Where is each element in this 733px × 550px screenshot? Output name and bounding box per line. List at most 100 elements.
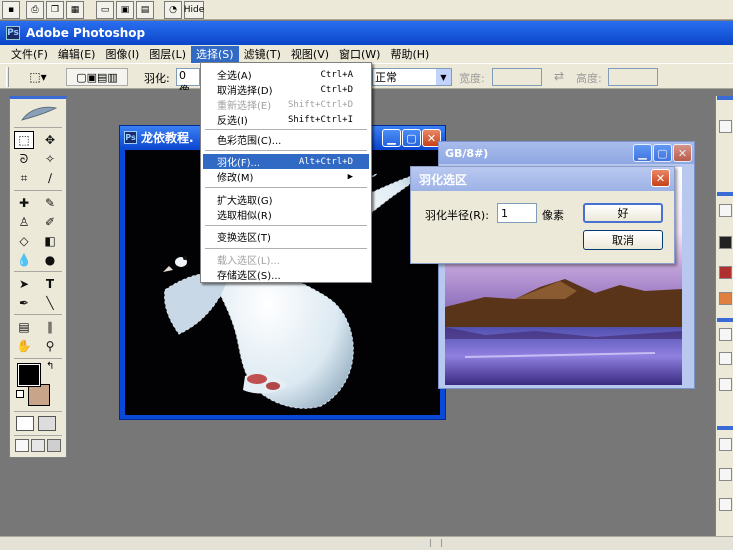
menu-item-1[interactable]: 编辑(E) xyxy=(53,46,101,63)
width-input[interactable] xyxy=(492,68,542,86)
path-selection-tool-icon[interactable]: ➤ xyxy=(14,275,34,293)
horizontal-scrollbar[interactable] xyxy=(0,536,733,550)
select-menu-item[interactable]: 反选(I) Shift+Ctrl+I xyxy=(203,112,369,128)
palette-tab-tool-presets[interactable] xyxy=(719,378,732,391)
maximize-button[interactable]: ▢ xyxy=(402,129,421,147)
history-brush-tool-icon[interactable]: ✐ xyxy=(40,213,60,231)
select-menu-item[interactable]: 取消选择(D) Ctrl+D xyxy=(203,82,369,98)
palette-tab-channels[interactable] xyxy=(719,468,732,481)
window-icon[interactable]: ▭ xyxy=(96,1,114,19)
hand-tool-icon[interactable]: ✋ xyxy=(14,337,34,355)
copy-icon[interactable]: ❐ xyxy=(46,1,64,19)
select-menu-item[interactable]: 色彩范围(C)... xyxy=(203,132,369,147)
menu-item-7[interactable]: 窗口(W) xyxy=(334,46,385,63)
palette-tab-actions[interactable] xyxy=(719,352,732,365)
screen-mode-full-icon[interactable] xyxy=(47,439,61,452)
dodge-tool-icon[interactable]: ● xyxy=(40,251,60,269)
type-tool-icon[interactable]: T xyxy=(40,275,60,293)
style-select-value: 正常 xyxy=(375,71,397,84)
maximize-button[interactable]: ▢ xyxy=(653,144,672,162)
blur-tool-icon[interactable]: 💧 xyxy=(14,251,34,269)
select-menu-item[interactable]: 羽化(F)... Alt+Ctrl+D xyxy=(203,154,369,169)
marquee-preset-icon[interactable]: ⬚▾ xyxy=(20,68,56,86)
menu-item-2[interactable]: 图像(I) xyxy=(100,46,144,63)
menu-separator xyxy=(205,248,367,249)
palette-tab-layers[interactable] xyxy=(719,438,732,451)
palette-tab-swatches[interactable] xyxy=(719,266,732,279)
timer-icon[interactable]: ◔ xyxy=(164,1,182,19)
marquee-tool-icon[interactable]: ⬚ xyxy=(14,131,34,149)
eraser-tool-icon[interactable]: ◇ xyxy=(14,232,34,250)
menu-item-4[interactable]: 选择(S) xyxy=(191,45,239,63)
swap-icon[interactable]: ⇄ xyxy=(554,69,564,83)
select-menu-item[interactable]: 扩大选取(G) xyxy=(203,192,369,207)
menu-item-6[interactable]: 视图(V) xyxy=(286,46,334,63)
screen-mode-full-menu-icon[interactable] xyxy=(31,439,45,452)
select-menu-item[interactable]: 变换选区(T) xyxy=(203,229,369,244)
minimize-button[interactable]: ▁ xyxy=(382,129,401,147)
select-menu-item[interactable]: 选取相似(R) xyxy=(203,207,369,222)
chevron-down-icon[interactable]: ▼ xyxy=(436,69,451,85)
magic-wand-tool-icon[interactable]: ✧ xyxy=(40,150,60,168)
clone-stamp-tool-icon[interactable]: ♙ xyxy=(14,213,34,231)
foreground-color-swatch[interactable] xyxy=(17,363,41,387)
pen-tool-icon[interactable]: ✒ xyxy=(14,294,34,312)
menu-item-shortcut: Ctrl+D xyxy=(320,84,353,95)
feather-input[interactable]: 0 像 xyxy=(176,68,200,97)
palette-tab-info[interactable] xyxy=(719,204,732,217)
options-grip[interactable] xyxy=(6,67,9,87)
standard-mode-icon[interactable] xyxy=(16,416,34,431)
healing-brush-tool-icon[interactable]: ✚ xyxy=(14,194,34,212)
menu-item-3[interactable]: 图层(L) xyxy=(144,46,191,63)
close-button[interactable]: ✕ xyxy=(673,144,692,162)
menu-item-shortcut: Ctrl+A xyxy=(320,69,353,80)
notes-tool-icon[interactable]: ▤ xyxy=(14,318,34,336)
print-icon[interactable]: ⎙ xyxy=(26,1,44,19)
slice-tool-icon[interactable]: ∕ xyxy=(40,169,60,187)
select-menu-item[interactable]: 存储选区(S)... xyxy=(203,267,369,282)
palette-tab-color[interactable] xyxy=(719,236,732,249)
move-tool-icon[interactable]: ✥ xyxy=(40,131,60,149)
scrollbar-grip-icon[interactable] xyxy=(430,539,442,547)
fullscreen-icon[interactable]: ▣ xyxy=(116,1,134,19)
select-menu-item[interactable]: 修改(M) ▶ xyxy=(203,169,369,185)
swap-colors-icon[interactable]: ↰ xyxy=(46,361,54,372)
default-colors-icon[interactable] xyxy=(16,390,24,398)
eyedropper-tool-icon[interactable]: ∥ xyxy=(40,318,60,336)
height-input[interactable] xyxy=(608,68,658,86)
image-icon[interactable]: ▦ xyxy=(66,1,84,19)
gradient-tool-icon[interactable]: ◧ xyxy=(40,232,60,250)
quick-mask-mode-icon[interactable] xyxy=(38,416,56,431)
zoom-tool-icon[interactable]: ⚲ xyxy=(40,337,60,355)
palette-tab-navigator[interactable] xyxy=(719,120,732,133)
layout-icon[interactable]: ▤ xyxy=(136,1,154,19)
menu-item-shortcut: Alt+Ctrl+D xyxy=(298,156,353,167)
ok-button[interactable]: 好 xyxy=(583,203,663,223)
hide-button[interactable]: Hide xyxy=(184,1,204,19)
selection-mode-icons[interactable]: ▢▣▤▥ xyxy=(66,68,128,86)
palette-tab-paths[interactable] xyxy=(719,498,732,511)
brush-tool-icon[interactable]: ✎ xyxy=(40,194,60,212)
palette-tab-history[interactable] xyxy=(719,328,732,341)
lasso-tool-icon[interactable]: ᘐ xyxy=(14,150,34,168)
dialog-title-bar[interactable]: 羽化选区 xyxy=(411,167,674,191)
background-color-swatch[interactable] xyxy=(28,384,50,406)
crop-tool-icon[interactable]: ⌗ xyxy=(14,169,34,187)
menu-item-label: 羽化(F)... xyxy=(217,158,261,169)
minimize-button[interactable]: ▁ xyxy=(633,144,652,162)
style-select[interactable]: 正常 ▼ xyxy=(372,68,452,86)
menu-item-shortcut: Shift+Ctrl+D xyxy=(287,99,353,110)
feather-radius-input[interactable]: 1 xyxy=(497,203,537,223)
menu-item-0[interactable]: 文件(F) xyxy=(6,46,53,63)
dialog-close-button[interactable]: ✕ xyxy=(651,169,670,187)
line-tool-icon[interactable]: ╲ xyxy=(40,294,60,312)
menu-item-shortcut: Shift+Ctrl+I xyxy=(287,114,353,125)
select-menu-item[interactable]: 全选(A) Ctrl+A xyxy=(203,67,369,83)
menu-item-5[interactable]: 滤镜(T) xyxy=(239,46,286,63)
menu-item-8[interactable]: 帮助(H) xyxy=(385,46,434,63)
cancel-button[interactable]: 取消 xyxy=(583,230,663,250)
save-icon[interactable]: ▪ xyxy=(2,1,20,19)
select-menu-dropdown: 全选(A) Ctrl+A 取消选择(D) Ctrl+D 重新选择(E) Shift+Ctr… xyxy=(200,62,372,283)
palette-tab-styles[interactable] xyxy=(719,292,732,305)
screen-mode-standard-icon[interactable] xyxy=(15,439,29,452)
